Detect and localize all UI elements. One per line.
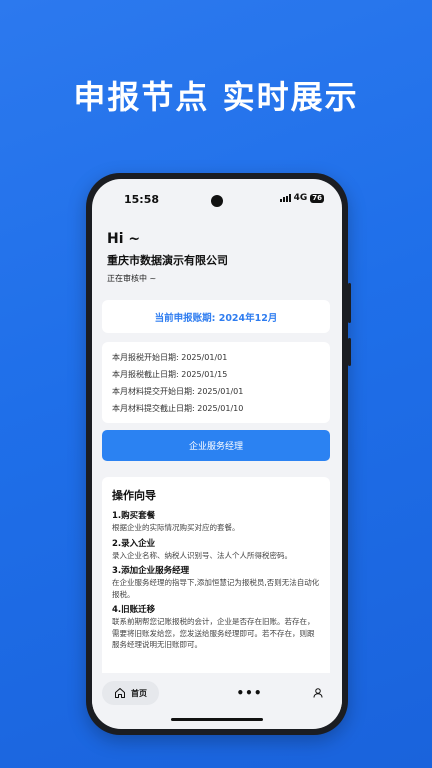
tab-home[interactable]: 首页 [102,681,159,705]
step-desc: 根据企业的实际情况购买对应的套餐。 [112,523,240,532]
period-label: 当前申报账期: 2024年12月 [154,312,278,324]
date-row: 本月报税截止日期: 2025/01/15 [112,370,228,379]
signal-icon [279,194,291,202]
bottom-tab-bar: 首页 ••• [92,673,342,713]
network-label: 4G [293,193,308,203]
review-status: 正在审核中 ~ [107,274,157,283]
guide-title: 操作向导 [112,489,156,502]
app-screen: 15:58 4G 76 Hi ~ 重庆市数据演示有限公司 正在审核中 ~ 当前申… [92,179,342,729]
more-icon[interactable]: ••• [236,686,262,700]
battery-icon: 76 [310,193,324,203]
guide-card: 操作向导 1.购买套餐 根据企业的实际情况购买对应的套餐。 2.录入企业 录入企… [102,477,330,687]
user-icon[interactable] [312,687,324,699]
date-row: 本月报税开始日期: 2025/01/01 [112,353,228,362]
camera-cutout [211,195,223,207]
date-row: 本月材料提交开始日期: 2025/01/01 [112,387,244,396]
service-manager-button[interactable]: 企业服务经理 [102,430,330,461]
power-button [348,338,351,366]
step-desc: 联系前期帮您记账报税的会计，企业是否存在旧账。若存在，需要将旧账发给您，您发送给… [112,617,315,649]
step-title: 3.添加企业服务经理 [112,566,190,576]
phone-frame: 15:58 4G 76 Hi ~ 重庆市数据演示有限公司 正在审核中 ~ 当前申… [86,173,351,735]
date-row: 本月材料提交截止日期: 2025/01/10 [112,404,244,413]
step-title: 4.旧账迁移 [112,605,156,615]
home-icon [115,688,125,698]
status-indicators: 4G 76 [279,193,324,203]
step-desc: 录入企业名称、纳税人识别号、法人个人所得税密码。 [112,550,292,560]
step-title: 1.购买套餐 [112,511,156,521]
greeting: Hi ~ [107,231,141,247]
period-card: 当前申报账期: 2024年12月 [102,300,330,333]
step-title: 2.录入企业 [112,538,156,549]
dates-card: 本月报税开始日期: 2025/01/01 本月报税截止日期: 2025/01/1… [102,342,330,423]
status-bar: 15:58 4G 76 [92,191,342,207]
promo-headline: 申报节点 实时展示 [73,78,359,116]
volume-button [348,283,351,323]
tab-home-label: 首页 [131,688,147,698]
home-indicator [171,718,263,721]
company-name: 重庆市数据演示有限公司 [107,254,228,267]
step-desc: 在企业服务经理的指导下,添加恒慧记为报税员,否则无法自动化报税。 [112,578,320,599]
status-time: 15:58 [124,193,160,206]
